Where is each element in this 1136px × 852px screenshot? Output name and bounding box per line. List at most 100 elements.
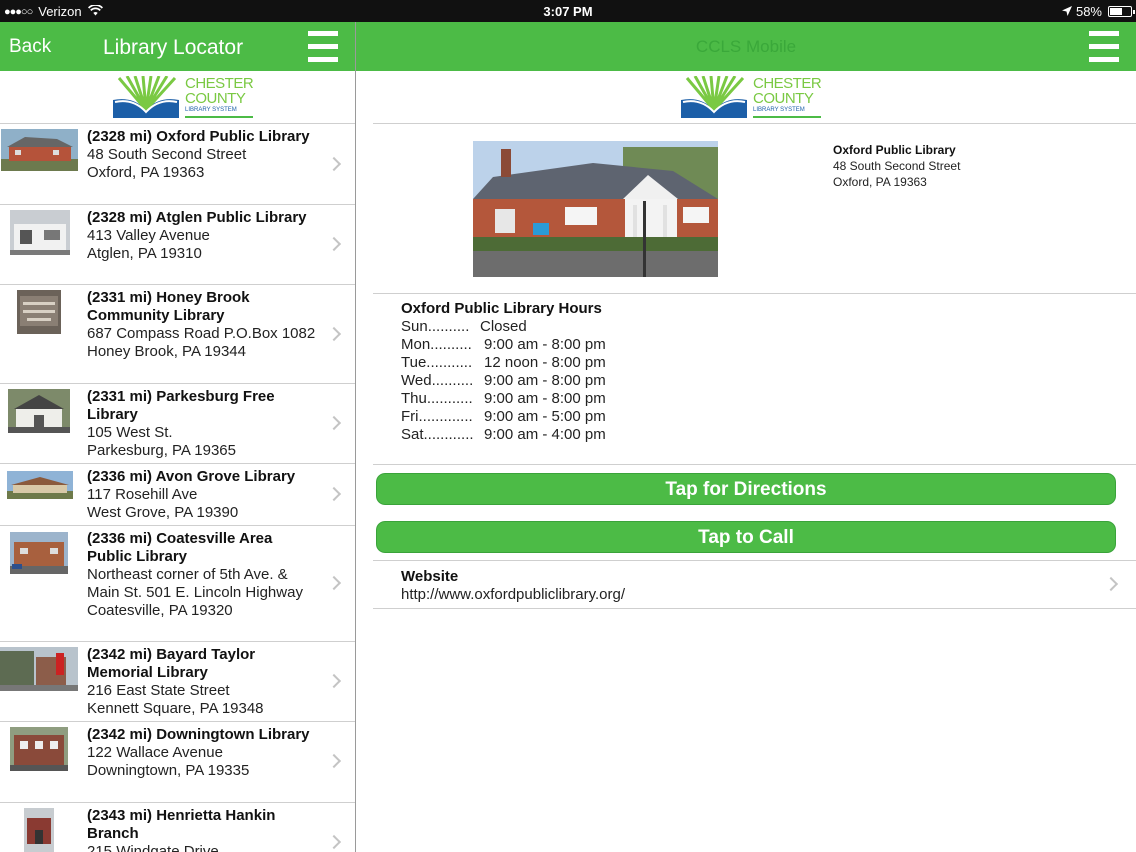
chevron-right-icon <box>326 575 342 591</box>
call-button[interactable]: Tap to Call <box>376 521 1116 553</box>
logo-wordmark: CHESTER COUNTY LIBRARY SYSTEM <box>753 75 822 118</box>
website-url: http://www.oxfordpubliclibrary.org/ <box>401 586 625 603</box>
library-street: 105 West St. <box>87 424 173 441</box>
hours-day: Mon.......... <box>401 336 472 353</box>
library-name: Oxford Public Library <box>833 143 956 157</box>
library-city: Downingtown, PA 19335 <box>87 762 250 779</box>
hours-row-sat: Sat............ 9:00 am - 4:00 pm <box>401 426 606 444</box>
divider <box>373 560 1136 561</box>
library-list-text: (2336 mi) Avon Grove Library 117 Rosehil… <box>87 468 317 522</box>
library-city: Honey Brook, PA 19344 <box>87 343 246 360</box>
library-street: 413 Valley Avenue <box>87 227 210 244</box>
app-title: CCLS Mobile <box>695 37 797 56</box>
hamburger-menu-icon[interactable] <box>308 31 338 62</box>
library-street: 687 Compass Road P.O.Box 1082 <box>87 325 316 342</box>
library-locator-pane: Back Library Locator CHESTER COUNTY LIBR… <box>0 22 355 852</box>
location-arrow-icon <box>1061 4 1072 19</box>
hours-time: Closed <box>480 318 527 335</box>
hours-title: Oxford Public Library Hours <box>401 300 602 317</box>
library-list-item[interactable]: (2343 mi) Henrietta Hankin Branch 215 Wi… <box>0 803 355 852</box>
library-list-item[interactable]: (2342 mi) Downingtown Library 122 Wallac… <box>0 722 355 803</box>
library-name: (2331 mi) Parkesburg Free Library <box>87 388 275 423</box>
hours-row-thu: Thu........... 9:00 am - 8:00 pm <box>401 390 606 408</box>
chevron-right-icon <box>326 486 342 502</box>
library-address: Oxford Public Library 48 South Second St… <box>833 142 960 190</box>
library-name: (2336 mi) Coatesville Area Public Librar… <box>87 530 273 565</box>
page-title: Library Locator <box>103 36 244 59</box>
left-nav-bar: Back Library Locator <box>0 22 355 71</box>
hours-time: 9:00 am - 5:00 pm <box>484 408 606 425</box>
library-photo-thumbnail <box>0 647 78 691</box>
library-name: (2331 mi) Honey Brook Community Library <box>87 289 250 324</box>
library-list-text: (2331 mi) Parkesburg Free Library 105 We… <box>87 388 317 460</box>
chevron-right-icon <box>1103 576 1119 592</box>
hours-day: Thu........... <box>401 390 473 407</box>
ccls-logo: CHESTER COUNTY LIBRARY SYSTEM <box>681 75 822 118</box>
library-list-item[interactable]: (2331 mi) Parkesburg Free Library 105 We… <box>0 384 355 464</box>
chevron-right-icon <box>326 156 342 172</box>
library-list-item[interactable]: (2331 mi) Honey Brook Community Library … <box>0 285 355 384</box>
library-city: Coatesville, PA 19320 <box>87 602 233 619</box>
library-city: Atglen, PA 19310 <box>87 245 202 262</box>
hours-day: Wed.......... <box>401 372 474 389</box>
logo-underline <box>185 116 254 118</box>
status-bar: ●●●○○ Verizon 3:07 PM 58% <box>0 0 1136 22</box>
chevron-right-icon <box>326 326 342 342</box>
library-list-item[interactable]: (2328 mi) Oxford Public Library 48 South… <box>0 124 355 205</box>
website-row[interactable]: Website http://www.oxfordpubliclibrary.o… <box>373 560 1136 609</box>
battery-level-fill <box>1110 8 1122 15</box>
library-name: (2342 mi) Bayard Taylor Memorial Library <box>87 646 256 681</box>
library-list-item[interactable]: (2336 mi) Coatesville Area Public Librar… <box>0 526 355 642</box>
library-name: (2328 mi) Oxford Public Library <box>87 128 310 145</box>
library-list-text: (2328 mi) Oxford Public Library 48 South… <box>87 128 317 182</box>
library-list-item[interactable]: (2328 mi) Atglen Public Library 413 Vall… <box>0 205 355 285</box>
hours-row-mon: Mon.......... 9:00 am - 8:00 pm <box>401 336 606 354</box>
website-label: Website <box>401 568 459 585</box>
library-street: Northeast corner of 5th Ave. & Main St. … <box>87 566 303 601</box>
chevron-right-icon <box>326 753 342 769</box>
book-logo-icon <box>681 75 747 118</box>
library-photo-thumbnail <box>10 532 68 574</box>
logo-line-county: COUNTY <box>753 90 814 107</box>
battery-icon <box>1108 6 1135 17</box>
hours-day: Sat............ <box>401 426 474 443</box>
library-list-item[interactable]: (2336 mi) Avon Grove Library 117 Rosehil… <box>0 464 355 526</box>
library-street: 216 East State Street <box>87 682 230 699</box>
logo-line-chester: CHESTER <box>185 75 254 92</box>
hours-day: Sun.......... <box>401 318 470 335</box>
library-city: Kennett Square, PA 19348 <box>87 700 264 717</box>
library-list-item[interactable]: (2342 mi) Bayard Taylor Memorial Library… <box>0 642 355 722</box>
library-photo-thumbnail <box>10 210 70 255</box>
library-list-text: (2328 mi) Atglen Public Library 413 Vall… <box>87 209 317 263</box>
library-list-text: (2342 mi) Bayard Taylor Memorial Library… <box>87 646 317 718</box>
hours-row-tue: Tue........... 12 noon - 8:00 pm <box>401 354 606 372</box>
library-name: (2336 mi) Avon Grove Library <box>87 468 296 485</box>
library-name: (2342 mi) Downingtown Library <box>87 726 310 743</box>
chevron-right-icon <box>326 236 342 252</box>
chevron-right-icon <box>326 673 342 689</box>
battery-percent: 58% <box>1075 4 1102 19</box>
library-detail-pane: CCLS Mobile CHESTER COUNTY LIBRARY SYSTE… <box>356 22 1136 852</box>
directions-button[interactable]: Tap for Directions <box>376 473 1116 505</box>
hours-day: Fri............. <box>401 408 473 425</box>
logo-line-chester: CHESTER <box>753 75 822 92</box>
chevron-right-icon <box>326 415 342 431</box>
logo-header: CHESTER COUNTY LIBRARY SYSTEM <box>373 71 1136 124</box>
hours-time: 9:00 am - 8:00 pm <box>484 336 606 353</box>
library-photo-thumbnail <box>7 471 73 499</box>
library-city: Oxford, PA 19363 <box>87 164 205 181</box>
library-detail-header: Oxford Public Library 48 South Second St… <box>373 124 1136 294</box>
library-street: 122 Wallace Avenue <box>87 744 223 761</box>
logo-header: CHESTER COUNTY LIBRARY SYSTEM <box>0 71 355 124</box>
library-photo-thumbnail <box>8 389 70 433</box>
library-photo-thumbnail <box>10 727 68 771</box>
library-photo-thumbnail <box>24 808 54 852</box>
hours-day: Tue........... <box>401 354 473 371</box>
hamburger-menu-icon[interactable] <box>1089 31 1119 62</box>
library-list-text: (2343 mi) Henrietta Hankin Branch 215 Wi… <box>87 807 317 852</box>
logo-underline <box>753 116 822 118</box>
hours-row-sun: Sun.......... Closed <box>401 318 527 336</box>
status-right: 58% <box>1061 4 1135 19</box>
back-button[interactable]: Back <box>9 36 51 58</box>
book-logo-icon <box>113 75 179 118</box>
